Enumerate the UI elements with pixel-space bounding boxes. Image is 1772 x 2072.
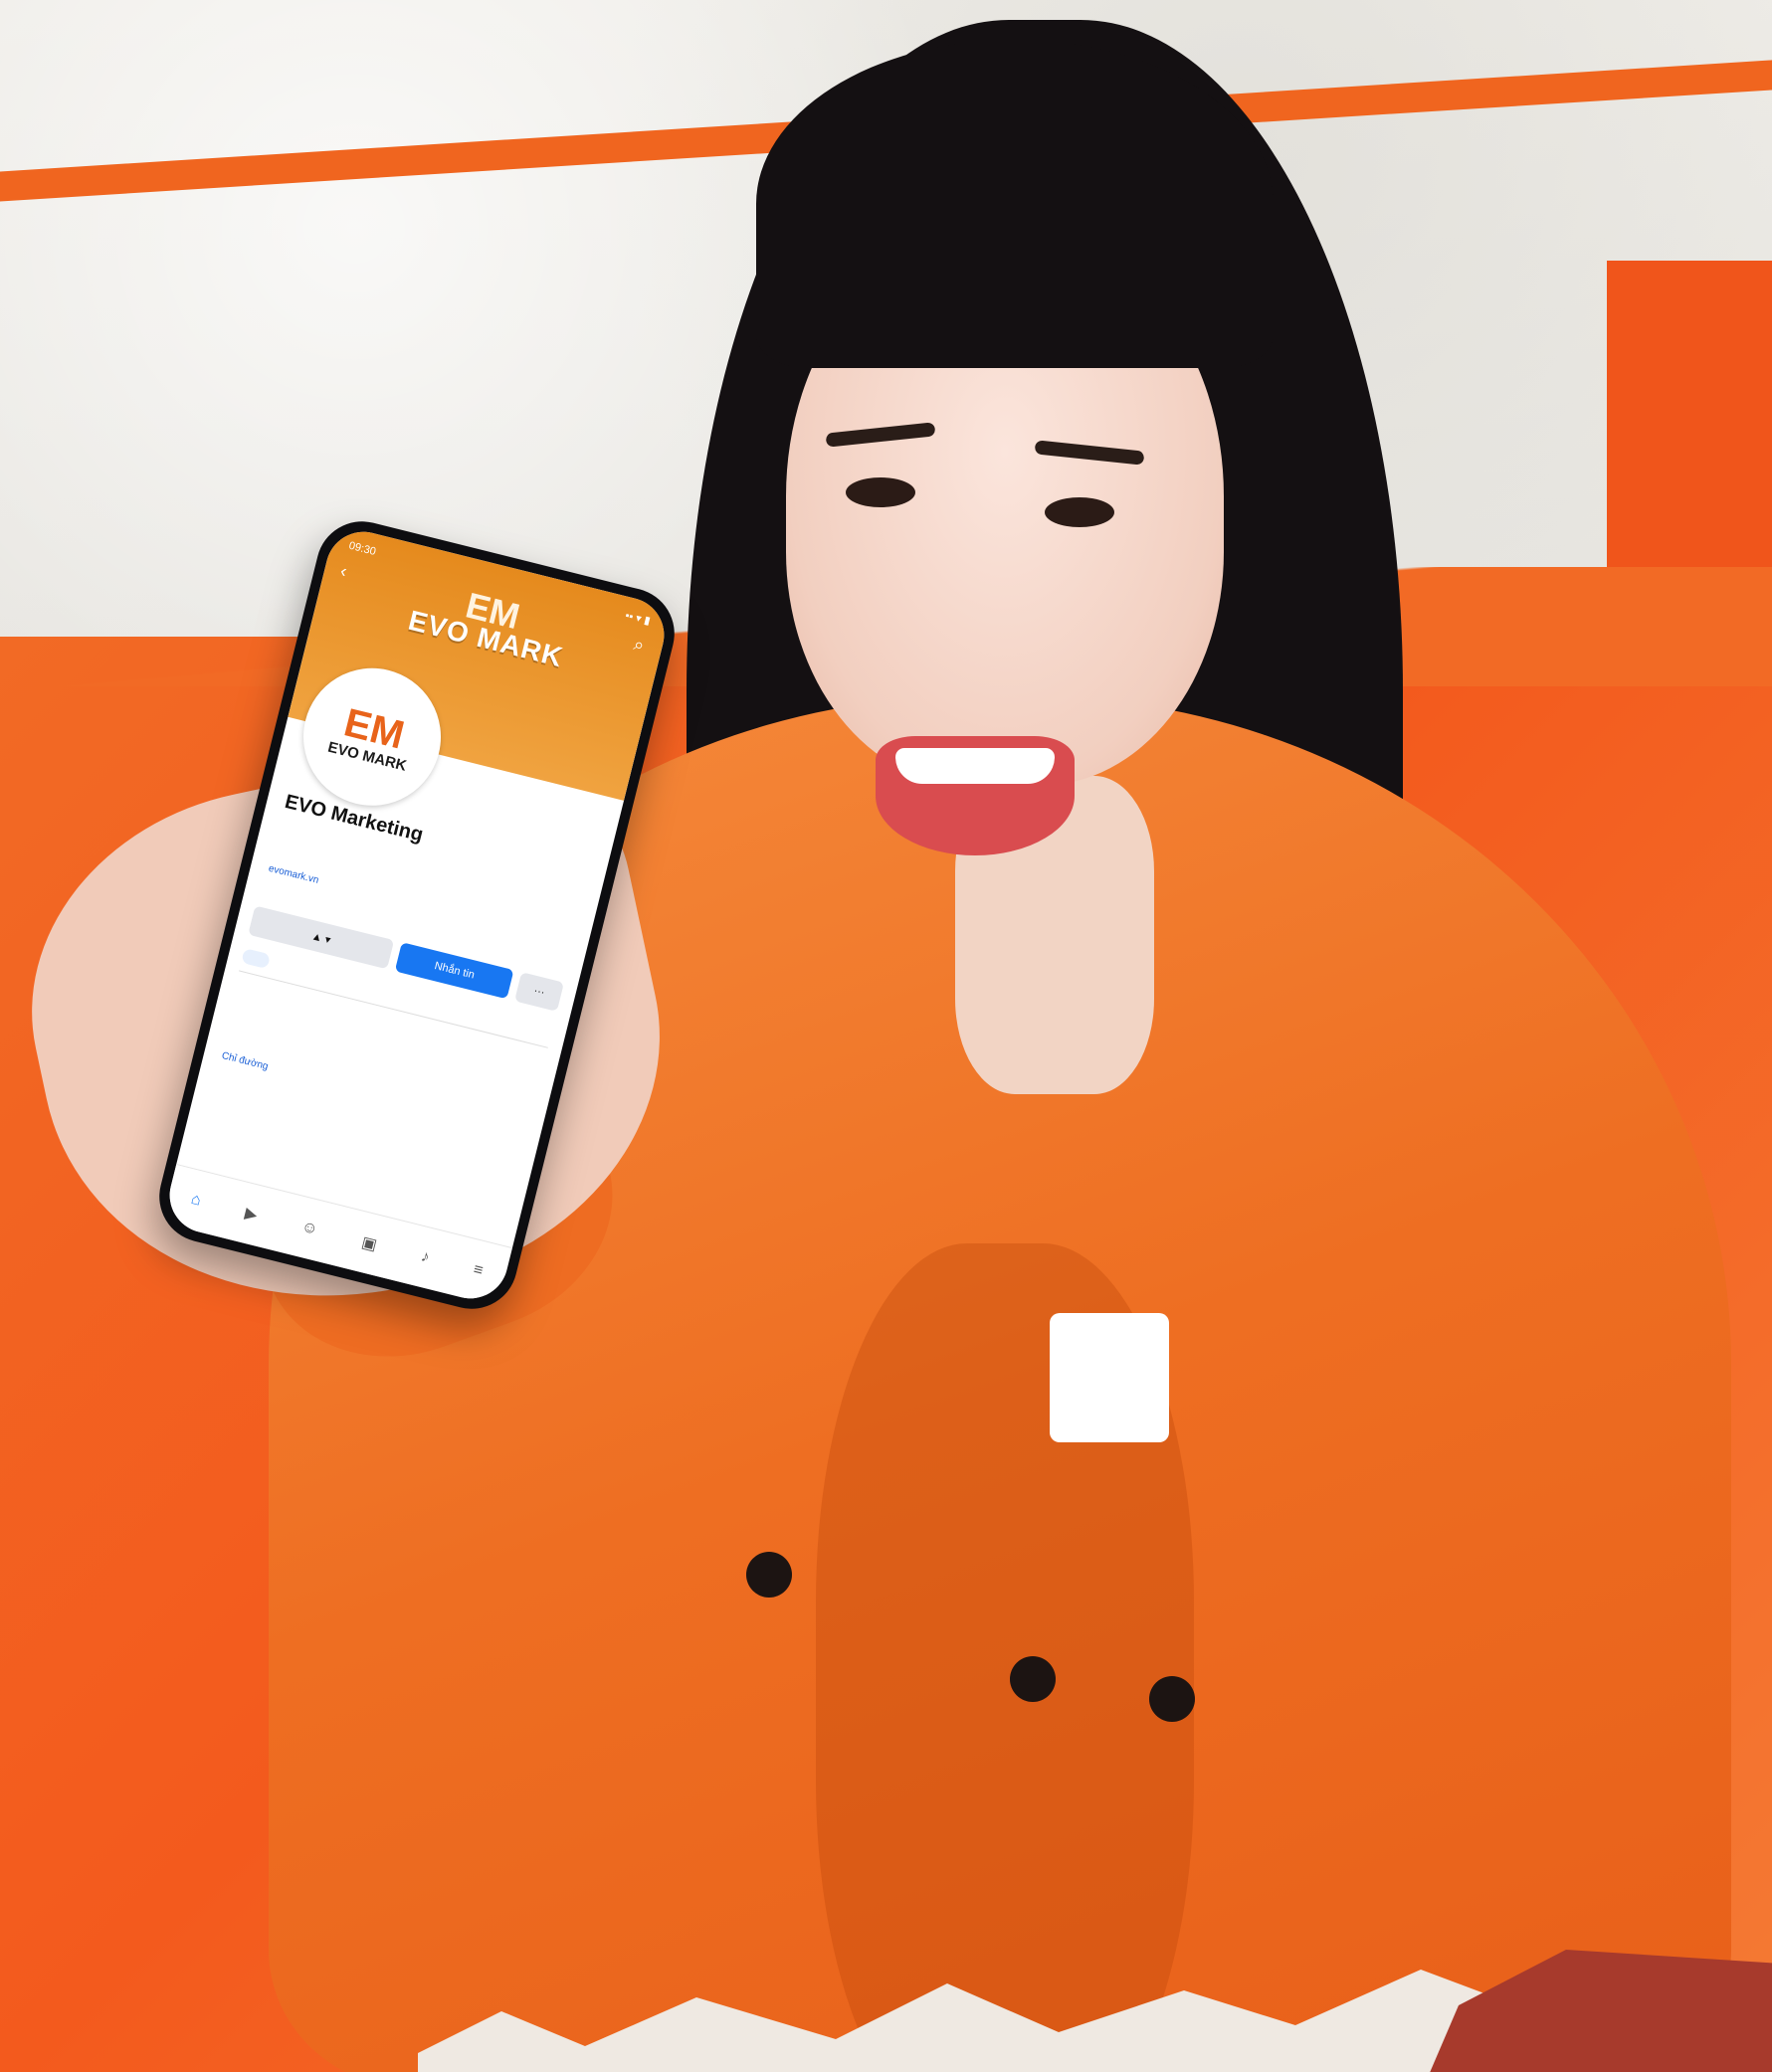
- advertisement-scene: 09:30 ▪▪ ▾ ▮ ‹ ⌕ EM EVO MARK EM EVO MARK…: [0, 0, 1772, 2072]
- tab[interactable]: [281, 958, 295, 975]
- left-eye: [846, 477, 915, 507]
- notifications-icon[interactable]: ♪: [419, 1248, 431, 1267]
- teeth: [895, 748, 1055, 784]
- suit-button: [746, 1552, 792, 1598]
- suit-button: [1010, 1656, 1056, 1702]
- home-icon[interactable]: ⌂: [189, 1191, 202, 1211]
- white-top: [1050, 1313, 1169, 1442]
- tab[interactable]: [326, 970, 338, 987]
- tab[interactable]: [305, 964, 317, 981]
- right-eye: [1045, 497, 1114, 527]
- friends-icon[interactable]: ☺: [299, 1219, 319, 1239]
- video-icon[interactable]: ▶: [243, 1203, 260, 1224]
- hair-front: [756, 40, 1274, 368]
- menu-icon[interactable]: ≡: [472, 1261, 485, 1281]
- tab-active[interactable]: [241, 948, 272, 970]
- more-button[interactable]: ···: [514, 972, 564, 1012]
- marketplace-icon[interactable]: ▣: [359, 1232, 379, 1255]
- suit-button: [1149, 1676, 1195, 1722]
